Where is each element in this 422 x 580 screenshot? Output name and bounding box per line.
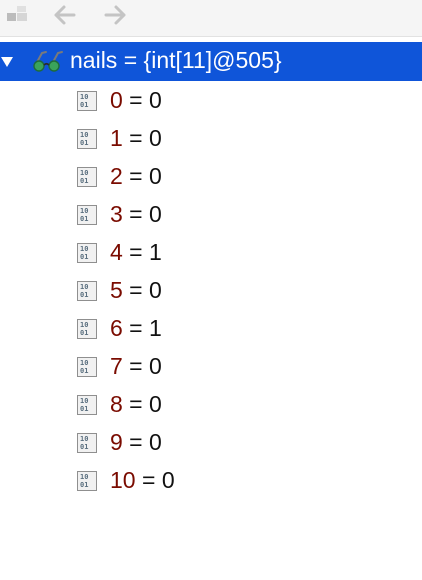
binary-icon-glyph: 10 01	[80, 321, 89, 337]
binary-value-icon: 10 01	[77, 243, 97, 263]
element-label: 6 = 1	[110, 315, 162, 342]
element-equals: =	[122, 201, 150, 227]
binary-icon-glyph: 10 01	[80, 283, 89, 299]
element-index: 0	[110, 87, 123, 113]
array-elements: 10 01 0 = 0 10 01 1 = 0 10 01 2 = 0 10 01 3 = 0 10 01…	[0, 81, 422, 499]
element-label: 5 = 0	[110, 277, 162, 304]
element-index: 8	[110, 391, 123, 417]
back-arrow-icon	[54, 5, 76, 25]
element-index: 3	[110, 201, 123, 227]
variables-tree: nails = {int[11]@505} 10 01 0 = 0 10 01 1 = 0…	[0, 42, 422, 499]
binary-value-icon: 10 01	[77, 319, 97, 339]
binary-icon-glyph: 10 01	[80, 207, 89, 223]
array-element-row[interactable]: 10 01 4 = 1	[0, 233, 422, 271]
restore-layout-icon	[7, 6, 27, 21]
element-value: 0	[149, 353, 162, 379]
binary-icon-glyph: 10 01	[80, 169, 89, 185]
element-equals: =	[122, 391, 150, 417]
back-button[interactable]	[50, 0, 80, 30]
element-value: 1	[149, 239, 162, 265]
element-label: 0 = 0	[110, 87, 162, 114]
element-equals: =	[122, 239, 150, 265]
element-equals: =	[122, 87, 150, 113]
binary-icon-glyph: 10 01	[80, 93, 89, 109]
glasses-icon	[32, 49, 66, 79]
element-equals: =	[122, 125, 150, 151]
element-index: 9	[110, 429, 123, 455]
binary-value-icon: 10 01	[77, 129, 97, 149]
binary-icon-glyph: 10 01	[80, 359, 89, 375]
element-value: 0	[149, 201, 162, 227]
array-element-row[interactable]: 10 01 7 = 0	[0, 347, 422, 385]
binary-icon-glyph: 10 01	[80, 435, 89, 451]
binary-value-icon: 10 01	[77, 167, 97, 187]
binary-value-icon: 10 01	[77, 281, 97, 301]
forward-arrow-icon	[104, 5, 126, 25]
binary-value-icon: 10 01	[77, 205, 97, 225]
array-element-row[interactable]: 10 01 6 = 1	[0, 309, 422, 347]
element-value: 0	[149, 125, 162, 151]
element-label: 10 = 0	[110, 467, 175, 494]
element-value: 0	[149, 277, 162, 303]
element-index: 4	[110, 239, 123, 265]
element-label: 7 = 0	[110, 353, 162, 380]
binary-value-icon: 10 01	[77, 471, 97, 491]
element-label: 8 = 0	[110, 391, 162, 418]
element-index: 6	[110, 315, 123, 341]
element-label: 2 = 0	[110, 163, 162, 190]
variable-equals: =	[117, 47, 144, 73]
element-index: 10	[110, 467, 136, 493]
variable-name: nails	[70, 47, 118, 73]
array-element-row[interactable]: 10 01 8 = 0	[0, 385, 422, 423]
variable-label: nails = {int[11]@505}	[70, 47, 282, 74]
element-label: 3 = 0	[110, 201, 162, 228]
element-index: 5	[110, 277, 123, 303]
array-element-row[interactable]: 10 01 3 = 0	[0, 195, 422, 233]
expand-toggle[interactable]	[0, 50, 14, 77]
debugger-toolbar	[0, 0, 422, 37]
binary-icon-glyph: 10 01	[80, 397, 89, 413]
binary-icon-glyph: 10 01	[80, 131, 89, 147]
binary-value-icon: 10 01	[77, 91, 97, 111]
element-value: 0	[149, 163, 162, 189]
element-label: 9 = 0	[110, 429, 162, 456]
element-value: 0	[149, 429, 162, 455]
element-equals: =	[122, 163, 150, 189]
element-index: 7	[110, 353, 123, 379]
variable-row-nails[interactable]: nails = {int[11]@505}	[0, 42, 422, 81]
element-equals: =	[122, 429, 150, 455]
element-label: 4 = 1	[110, 239, 162, 266]
element-equals: =	[122, 353, 150, 379]
element-value: 0	[149, 87, 162, 113]
element-label: 1 = 0	[110, 125, 162, 152]
element-index: 1	[110, 125, 123, 151]
array-element-row[interactable]: 10 01 2 = 0	[0, 157, 422, 195]
binary-value-icon: 10 01	[77, 357, 97, 377]
element-equals: =	[135, 467, 162, 493]
variable-value: {int[11]@505}	[143, 47, 282, 73]
binary-icon-glyph: 10 01	[80, 473, 89, 489]
element-value: 0	[149, 391, 162, 417]
binary-value-icon: 10 01	[77, 395, 97, 415]
array-element-row[interactable]: 10 01 9 = 0	[0, 423, 422, 461]
chevron-down-icon	[1, 57, 13, 67]
binary-value-icon: 10 01	[77, 433, 97, 453]
binary-icon-glyph: 10 01	[80, 245, 89, 261]
array-element-row[interactable]: 10 01 0 = 0	[0, 81, 422, 119]
forward-button[interactable]	[100, 0, 130, 30]
array-element-row[interactable]: 10 01 1 = 0	[0, 119, 422, 157]
element-value: 1	[149, 315, 162, 341]
element-equals: =	[122, 315, 150, 341]
array-element-row[interactable]: 10 01 10 = 0	[0, 461, 422, 499]
restore-layout-button[interactable]	[4, 0, 32, 30]
array-element-row[interactable]: 10 01 5 = 0	[0, 271, 422, 309]
element-value: 0	[161, 467, 175, 493]
element-equals: =	[122, 277, 150, 303]
element-index: 2	[110, 163, 123, 189]
